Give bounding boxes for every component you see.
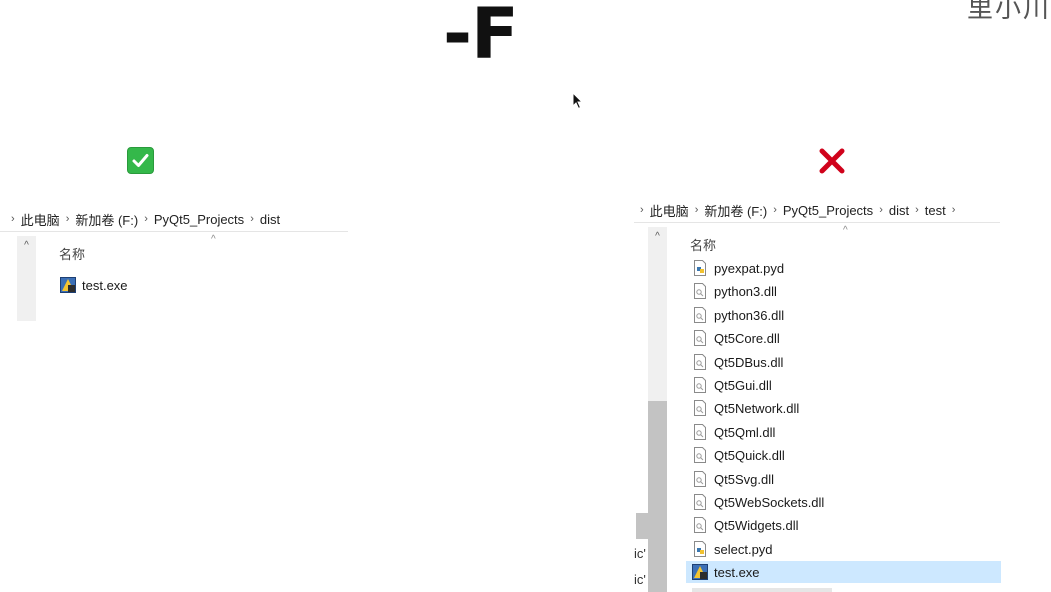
file-row[interactable]: Qt5Network.dll: [692, 397, 799, 419]
file-row[interactable]: Qt5DBus.dll: [692, 351, 783, 373]
file-row[interactable]: Qt5Quick.dll: [692, 444, 785, 466]
right-breadcrumb: › 此电脑 › 新加卷 (F:) › PyQt5_Projects › dist…: [634, 198, 961, 222]
file-row[interactable]: Qt5Core.dll: [692, 327, 780, 349]
scrollbar-thumb[interactable]: [648, 401, 667, 592]
file-row-partial: [692, 588, 832, 592]
dll-file-icon: [694, 517, 706, 533]
breadcrumb-item[interactable]: 新加卷 (F:): [75, 210, 138, 229]
file-name: Qt5Svg.dll: [714, 471, 774, 487]
dll-file-icon: [694, 494, 706, 510]
column-header-name[interactable]: 名称: [59, 244, 85, 263]
edge-text-fragment: ic': [634, 546, 646, 561]
breadcrumb-chevron-icon: ›: [65, 213, 70, 225]
file-row[interactable]: Qt5Gui.dll: [692, 374, 772, 396]
exe-icon: [692, 564, 708, 580]
file-name: Qt5Qml.dll: [714, 424, 776, 440]
python-file-icon: [694, 541, 706, 557]
breadcrumb-chevron-icon: ›: [144, 213, 148, 225]
file-name: Qt5WebSockets.dll: [714, 494, 825, 510]
file-name: pyexpat.pyd: [714, 260, 785, 276]
breadcrumb-chevron-icon: ›: [879, 204, 883, 216]
column-header-name[interactable]: 名称: [690, 235, 716, 254]
breadcrumb-chevron-icon: ›: [640, 204, 644, 216]
sort-caret-icon[interactable]: ^: [843, 225, 848, 236]
scroll-up-arrow-icon[interactable]: ^: [648, 231, 667, 242]
breadcrumb-chevron-icon: ›: [250, 213, 254, 225]
breadcrumb-item[interactable]: 此电脑: [650, 201, 689, 220]
file-row[interactable]: pyexpat.pyd: [692, 257, 784, 279]
breadcrumb-divider: [634, 222, 1000, 223]
breadcrumb-chevron-icon: ›: [773, 204, 777, 216]
file-name: Qt5Core.dll: [714, 330, 780, 346]
file-name: Qt5Gui.dll: [714, 377, 772, 393]
file-row[interactable]: Qt5Svg.dll: [692, 468, 774, 490]
dll-file-icon: [694, 447, 706, 463]
file-name: test.exe: [82, 277, 128, 293]
right-scrollbar[interactable]: ^: [648, 227, 667, 592]
file-row[interactable]: python3.dll: [692, 280, 777, 302]
file-row[interactable]: Qt5Widgets.dll: [692, 514, 799, 536]
left-scrollbar[interactable]: ^: [17, 236, 36, 321]
scrollbar-edge-block: [636, 513, 648, 539]
breadcrumb-chevron-icon: ›: [951, 204, 956, 216]
breadcrumb-divider: [0, 231, 348, 232]
corner-text-fragment: 里小川: [966, 0, 1051, 24]
breadcrumb-chevron-icon: ›: [915, 204, 919, 216]
dll-file-icon: [694, 377, 706, 393]
scroll-up-arrow-icon[interactable]: ^: [17, 240, 36, 251]
check-mark-icon: [127, 147, 154, 174]
file-row-selected[interactable]: test.exe: [686, 561, 1001, 583]
mouse-cursor-icon: [572, 91, 584, 115]
dll-file-icon: [694, 283, 706, 299]
breadcrumb-item[interactable]: PyQt5_Projects: [154, 212, 244, 227]
python-file-icon: [694, 260, 706, 276]
left-breadcrumb: › 此电脑 › 新加卷 (F:) › PyQt5_Projects › dist: [5, 207, 280, 231]
file-name: Qt5Quick.dll: [714, 447, 785, 463]
edge-text-fragment: ic': [634, 572, 646, 587]
breadcrumb-item[interactable]: dist: [260, 212, 280, 227]
slide-title: -F: [443, 0, 519, 75]
file-row[interactable]: Qt5Qml.dll: [692, 421, 775, 443]
file-row[interactable]: test.exe: [60, 274, 128, 296]
file-row[interactable]: select.pyd: [692, 538, 773, 560]
dll-file-icon: [694, 471, 706, 487]
dll-file-icon: [694, 330, 706, 346]
dll-file-icon: [694, 400, 706, 416]
breadcrumb-item[interactable]: PyQt5_Projects: [783, 203, 873, 218]
dll-file-icon: [694, 424, 706, 440]
file-row[interactable]: python36.dll: [692, 304, 784, 326]
file-name: select.pyd: [714, 541, 773, 557]
file-row[interactable]: Qt5WebSockets.dll: [692, 491, 824, 513]
breadcrumb-chevron-icon: ›: [11, 213, 15, 225]
sort-caret-icon[interactable]: ^: [211, 234, 216, 245]
breadcrumb-item[interactable]: test: [925, 203, 946, 218]
dll-file-icon: [694, 307, 706, 323]
cross-mark-icon: [818, 147, 846, 180]
file-name: python36.dll: [714, 307, 785, 323]
file-name: Qt5Network.dll: [714, 400, 800, 416]
file-name: test.exe: [714, 564, 760, 580]
file-name: python3.dll: [714, 283, 777, 299]
file-name: Qt5DBus.dll: [714, 354, 784, 370]
breadcrumb-item[interactable]: 新加卷 (F:): [704, 201, 767, 220]
dll-file-icon: [694, 354, 706, 370]
file-name: Qt5Widgets.dll: [714, 517, 799, 533]
breadcrumb-item[interactable]: 此电脑: [21, 210, 60, 229]
breadcrumb-chevron-icon: ›: [694, 204, 699, 216]
breadcrumb-item[interactable]: dist: [889, 203, 909, 218]
exe-icon: [60, 277, 76, 293]
